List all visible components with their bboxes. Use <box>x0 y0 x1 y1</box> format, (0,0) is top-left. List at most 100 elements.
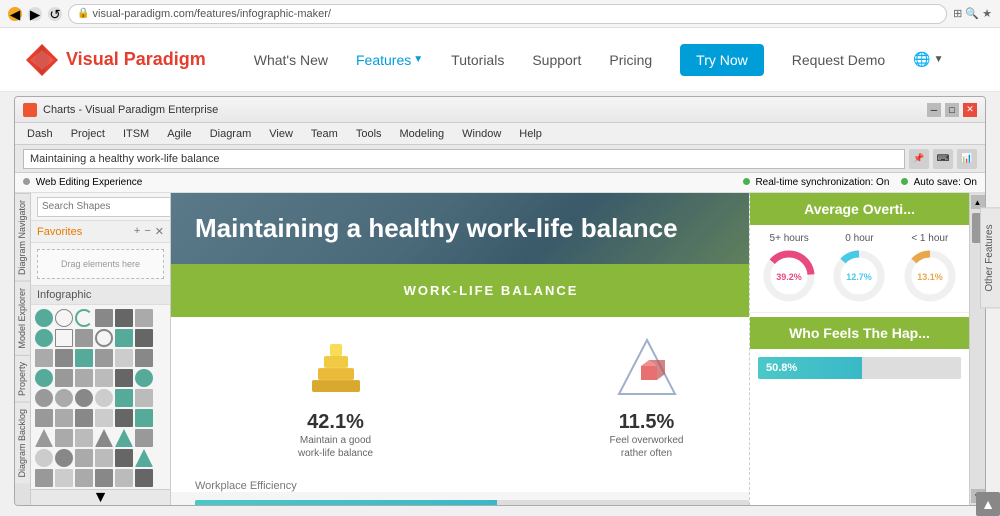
menu-tools[interactable]: Tools <box>348 126 390 142</box>
shape-item[interactable] <box>55 429 73 447</box>
maximize-button[interactable]: □ <box>945 103 959 117</box>
shape-item[interactable] <box>115 449 133 467</box>
toolbar-icon-1[interactable]: 📌 <box>909 149 929 169</box>
menu-help[interactable]: Help <box>511 126 550 142</box>
shape-item[interactable] <box>135 329 153 347</box>
side-tab-model-explorer[interactable]: Model Explorer <box>15 281 30 355</box>
shape-item[interactable] <box>75 389 93 407</box>
nav-features[interactable]: Features ▼ <box>356 52 423 68</box>
canvas-scroll[interactable]: Maintaining a healthy work-life balance … <box>171 193 985 505</box>
shape-item[interactable] <box>135 349 153 367</box>
shape-item[interactable] <box>75 369 93 387</box>
shape-item[interactable] <box>35 329 53 347</box>
menu-project[interactable]: Project <box>63 126 113 142</box>
shape-item[interactable] <box>35 469 53 487</box>
try-now-button[interactable]: Try Now <box>680 44 764 76</box>
fav-close-icon[interactable]: ✕ <box>155 225 164 238</box>
side-tab-property[interactable]: Property <box>15 355 30 402</box>
fav-add-icon[interactable]: + <box>134 225 140 238</box>
nav-pricing[interactable]: Pricing <box>609 52 652 68</box>
menu-view[interactable]: View <box>261 126 301 142</box>
menu-agile[interactable]: Agile <box>159 126 199 142</box>
nav-request-demo[interactable]: Request Demo <box>792 52 885 68</box>
shape-item[interactable] <box>95 389 113 407</box>
shape-item[interactable] <box>75 469 93 487</box>
scroll-to-top-button[interactable]: ▲ <box>976 492 1000 516</box>
shape-item[interactable] <box>115 309 133 327</box>
shape-item[interactable] <box>55 389 73 407</box>
shape-item[interactable] <box>95 369 113 387</box>
shapes-search-input[interactable] <box>37 197 171 217</box>
shape-item[interactable] <box>95 409 113 427</box>
shape-item[interactable] <box>95 449 113 467</box>
side-tab-diagram-navigator[interactable]: Diagram Navigator <box>15 193 30 281</box>
shape-item[interactable] <box>35 409 53 427</box>
shape-item[interactable] <box>135 389 153 407</box>
toolbar-icon-3[interactable]: 📊 <box>957 149 977 169</box>
side-tab-diagram-backlog[interactable]: Diagram Backlog <box>15 402 30 484</box>
shape-item[interactable] <box>35 369 53 387</box>
shape-item[interactable] <box>75 449 93 467</box>
nav-support[interactable]: Support <box>532 52 581 68</box>
menu-dash[interactable]: Dash <box>19 126 61 142</box>
nav-tutorials[interactable]: Tutorials <box>451 52 504 68</box>
shape-item[interactable] <box>35 429 53 447</box>
menu-modeling[interactable]: Modeling <box>392 126 453 142</box>
logo[interactable]: Visual Paradigm <box>24 42 206 78</box>
shape-item[interactable] <box>75 349 93 367</box>
shape-item[interactable] <box>55 309 73 327</box>
shape-item[interactable] <box>35 349 53 367</box>
shape-item[interactable] <box>55 409 73 427</box>
menu-window[interactable]: Window <box>454 126 509 142</box>
shape-item[interactable] <box>115 349 133 367</box>
shape-item[interactable] <box>55 469 73 487</box>
toolbar-path[interactable]: Maintaining a healthy work-life balance <box>23 149 905 169</box>
shape-item[interactable] <box>115 329 133 347</box>
other-features-tab[interactable]: Other Features <box>980 207 1000 308</box>
shape-item[interactable] <box>55 329 73 347</box>
shape-item[interactable] <box>115 369 133 387</box>
menu-team[interactable]: Team <box>303 126 346 142</box>
shape-item[interactable] <box>55 369 73 387</box>
menu-diagram[interactable]: Diagram <box>202 126 260 142</box>
shape-item[interactable] <box>135 409 153 427</box>
shapes-scroll-down[interactable]: ▼ <box>31 489 170 505</box>
shape-item[interactable] <box>135 449 153 467</box>
shape-item[interactable] <box>95 469 113 487</box>
shape-item[interactable] <box>55 449 73 467</box>
close-button[interactable]: ✕ <box>963 103 977 117</box>
menu-itsm[interactable]: ITSM <box>115 126 157 142</box>
fav-search-icon[interactable]: − <box>144 225 150 238</box>
shape-item[interactable] <box>115 389 133 407</box>
shape-item[interactable] <box>95 349 113 367</box>
shape-item[interactable] <box>135 469 153 487</box>
shape-item[interactable] <box>135 369 153 387</box>
shape-item[interactable] <box>135 309 153 327</box>
nav-whats-new[interactable]: What's New <box>254 52 328 68</box>
browser-refresh[interactable]: ↺ <box>48 7 62 21</box>
toolbar-icon-2[interactable]: ⌨ <box>933 149 953 169</box>
shape-item[interactable] <box>75 329 93 347</box>
shape-item[interactable] <box>35 449 53 467</box>
browser-back[interactable]: ◀ <box>8 7 22 21</box>
shape-item[interactable] <box>35 389 53 407</box>
shape-item[interactable] <box>75 429 93 447</box>
url-bar[interactable]: 🔒 visual-paradigm.com/features/infograph… <box>68 4 947 24</box>
shape-item[interactable] <box>115 429 133 447</box>
window-title-text: Charts - Visual Paradigm Enterprise <box>43 104 218 116</box>
shape-item[interactable] <box>95 429 113 447</box>
minimize-button[interactable]: ─ <box>927 103 941 117</box>
shape-item[interactable] <box>55 349 73 367</box>
shape-item[interactable] <box>95 309 113 327</box>
shape-item[interactable] <box>75 409 93 427</box>
shape-item[interactable] <box>135 429 153 447</box>
shape-item[interactable] <box>95 329 113 347</box>
progress-section: 50.8% <box>171 492 811 505</box>
browser-forward[interactable]: ▶ <box>28 7 42 21</box>
language-selector[interactable]: 🌐 ▼ <box>913 51 943 68</box>
status-dot-3 <box>901 178 908 185</box>
shape-item[interactable] <box>75 309 93 327</box>
shape-item[interactable] <box>35 309 53 327</box>
shape-item[interactable] <box>115 409 133 427</box>
shape-item[interactable] <box>115 469 133 487</box>
